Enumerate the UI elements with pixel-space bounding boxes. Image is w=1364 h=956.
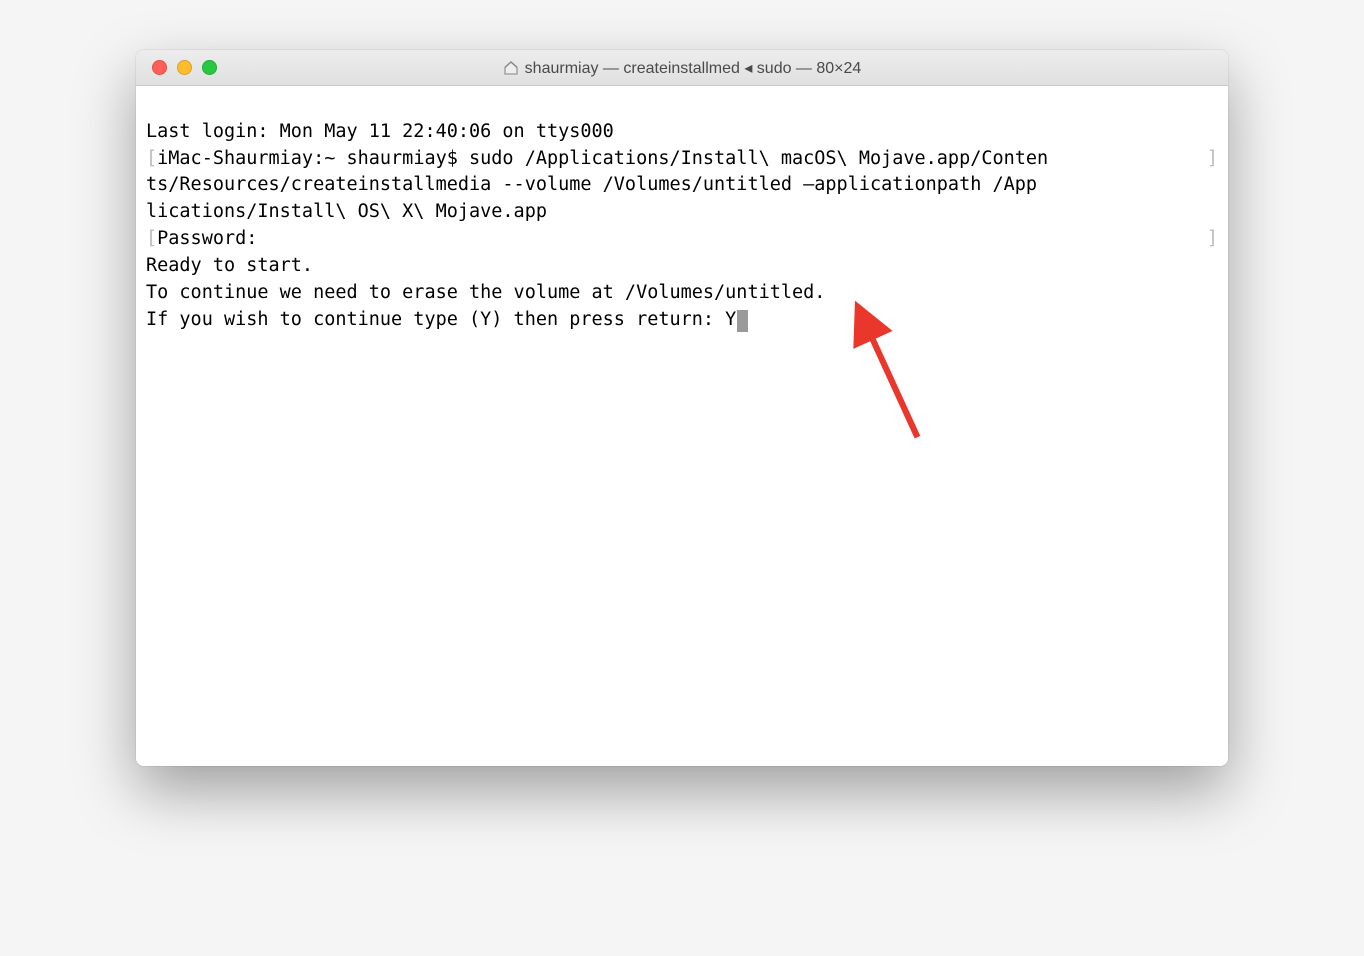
- terminal-output-line: [iMac-Shaurmiay:~ shaurmiay$ sudo /Appli…: [146, 146, 1218, 173]
- home-icon: [503, 60, 519, 76]
- terminal-text: Password:: [157, 228, 257, 249]
- minimize-button[interactable]: [177, 60, 192, 75]
- terminal-output-line: To continue we need to erase the volume …: [146, 280, 1218, 307]
- window-title: shaurmiay — createinstallmed ◂ sudo — 80…: [136, 58, 1228, 78]
- terminal-cursor: [737, 310, 748, 332]
- maximize-button[interactable]: [202, 60, 217, 75]
- terminal-body[interactable]: Last login: Mon May 11 22:40:06 on ttys0…: [136, 86, 1228, 766]
- terminal-output-line: Last login: Mon May 11 22:40:06 on ttys0…: [146, 119, 1218, 146]
- terminal-output-line: Ready to start.: [146, 253, 1218, 280]
- line-bracket: ]: [1207, 226, 1218, 253]
- line-bracket: [: [146, 228, 157, 249]
- terminal-output-line: ts/Resources/createinstallmedia --volume…: [146, 172, 1218, 199]
- terminal-output-line: lications/Install\ OS\ X\ Mojave.app: [146, 199, 1218, 226]
- traffic-lights: [136, 60, 217, 75]
- terminal-output-line: [Password:]: [146, 226, 1218, 253]
- line-bracket: ]: [1207, 146, 1218, 173]
- close-button[interactable]: [152, 60, 167, 75]
- line-bracket: [: [146, 148, 157, 169]
- terminal-text: If you wish to continue type (Y) then pr…: [146, 309, 736, 330]
- titlebar[interactable]: shaurmiay — createinstallmed ◂ sudo — 80…: [136, 50, 1228, 86]
- terminal-text: iMac-Shaurmiay:~ shaurmiay$ sudo /Applic…: [157, 148, 1048, 169]
- window-title-text: shaurmiay — createinstallmed ◂ sudo — 80…: [525, 58, 862, 78]
- terminal-window: shaurmiay — createinstallmed ◂ sudo — 80…: [136, 50, 1228, 766]
- terminal-input-line: If you wish to continue type (Y) then pr…: [146, 307, 1218, 334]
